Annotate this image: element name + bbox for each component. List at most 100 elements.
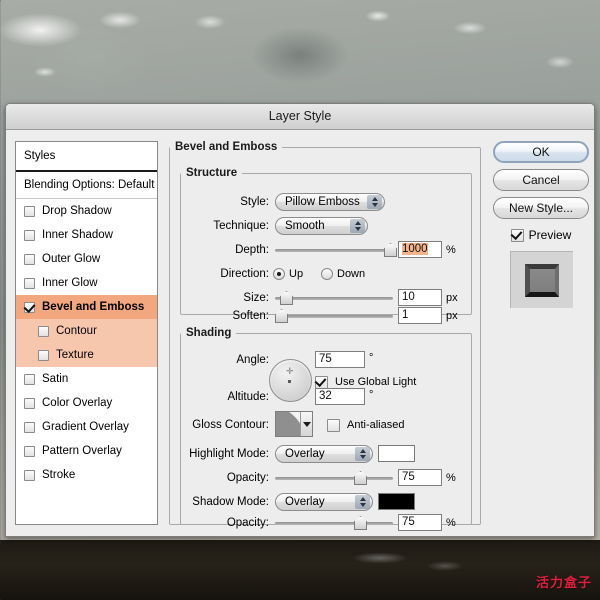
highlight-opacity-unit: % <box>446 472 456 484</box>
soften-slider[interactable] <box>275 309 393 323</box>
highlight-color-swatch[interactable] <box>378 445 415 462</box>
sidebar-item-label: Stroke <box>42 469 76 481</box>
direction-radio-up[interactable]: Up <box>273 265 303 283</box>
angle-input[interactable]: 75 <box>315 351 365 368</box>
sidebar-item-texture[interactable]: Texture <box>16 343 157 367</box>
dialog-title: Layer Style <box>268 109 332 123</box>
depth-input[interactable]: 1000 <box>398 241 442 258</box>
sidebar-item-gradient-overlay[interactable]: Gradient Overlay <box>16 415 157 439</box>
direction-up-label: Up <box>289 268 304 280</box>
altitude-input[interactable]: 32 <box>315 388 365 405</box>
sidebar-item-blending-options[interactable]: Blending Options: Default <box>16 172 157 199</box>
gradient-overlay-checkbox[interactable] <box>24 421 35 433</box>
use-global-light-checkbox[interactable] <box>315 375 328 389</box>
drop-shadow-checkbox[interactable] <box>24 205 35 217</box>
gloss-contour-picker[interactable] <box>275 411 313 437</box>
inner-shadow-checkbox[interactable] <box>24 229 35 241</box>
radio-down-icon[interactable] <box>321 268 333 280</box>
soften-slider-track <box>275 315 393 318</box>
preview-option[interactable]: Preview <box>493 225 589 245</box>
sidebar-item-outer-glow[interactable]: Outer Glow <box>16 247 157 271</box>
size-slider[interactable] <box>275 291 393 305</box>
angle-label: Angle: <box>236 354 269 366</box>
direction-radio-down[interactable]: Down <box>321 265 365 283</box>
chevron-updown-icon[interactable] <box>367 195 382 209</box>
inner-glow-checkbox[interactable] <box>24 277 35 289</box>
color-overlay-checkbox[interactable] <box>24 397 35 409</box>
pattern-overlay-checkbox[interactable] <box>24 445 35 457</box>
preview-label: Preview <box>528 228 572 242</box>
watermark-text: 活力盒子 <box>535 575 592 590</box>
depth-unit: % <box>446 244 456 256</box>
technique-select[interactable]: Smooth <box>275 217 368 235</box>
technique-select-value: Smooth <box>285 220 325 232</box>
shadow-opacity-label: Opacity: <box>226 517 269 529</box>
new-style-button[interactable]: New Style... <box>493 197 589 219</box>
gloss-contour-label: Gloss Contour: <box>192 419 269 431</box>
chevron-down-icon[interactable] <box>300 412 312 436</box>
sidebar-item-label: Bevel and Emboss <box>42 301 145 313</box>
highlight-opacity-slider-knob[interactable] <box>354 471 367 485</box>
radio-up-icon[interactable] <box>273 268 285 280</box>
styles-list[interactable]: Styles Blending Options: Default Drop Sh… <box>15 141 158 525</box>
sidebar-item-inner-shadow[interactable]: Inner Shadow <box>16 223 157 247</box>
anti-aliased-checkbox[interactable] <box>327 418 340 432</box>
soften-slider-knob[interactable] <box>275 309 288 323</box>
size-unit: px <box>446 292 458 304</box>
chevron-updown-icon[interactable] <box>355 447 370 461</box>
soften-input[interactable]: 1 <box>398 307 442 324</box>
soften-label: Soften: <box>232 310 269 322</box>
bevel-and-emboss-checkbox[interactable] <box>24 301 35 313</box>
technique-label: Technique: <box>213 220 269 232</box>
sidebar-item-label: Inner Shadow <box>42 229 113 241</box>
bevel-and-emboss-group-label: Bevel and Emboss <box>175 141 278 153</box>
shadow-opacity-unit: % <box>446 517 456 529</box>
dialog-titlebar[interactable]: Layer Style <box>6 104 594 130</box>
anti-aliased-option[interactable]: Anti-aliased <box>327 416 404 434</box>
ok-button[interactable]: OK <box>493 141 589 163</box>
chevron-updown-icon[interactable] <box>355 495 370 509</box>
shadow-opacity-input[interactable]: 75 <box>398 514 442 531</box>
contour-checkbox[interactable] <box>38 325 49 337</box>
shadow-opacity-slider-knob[interactable] <box>354 516 367 530</box>
sidebar-item-label: Texture <box>56 349 94 361</box>
stroke-checkbox[interactable] <box>24 469 35 481</box>
outer-glow-checkbox[interactable] <box>24 253 35 265</box>
direction-label: Direction: <box>220 268 269 280</box>
bevel-and-emboss-group: Bevel and Emboss Structure Style: Pillow… <box>169 141 481 531</box>
size-input[interactable]: 10 <box>398 289 442 306</box>
structure-group-label: Structure <box>186 167 238 179</box>
shadow-opacity-slider[interactable] <box>275 516 393 530</box>
sidebar-item-satin[interactable]: Satin <box>16 367 157 391</box>
shading-group: Shading Angle: 75 ° ✛ Use Global Light A… <box>180 327 472 531</box>
satin-checkbox[interactable] <box>24 373 35 385</box>
sidebar-item-pattern-overlay[interactable]: Pattern Overlay <box>16 439 157 463</box>
shadow-mode-label: Shadow Mode: <box>192 496 269 508</box>
chevron-updown-icon[interactable] <box>350 219 365 233</box>
highlight-opacity-slider[interactable] <box>275 471 393 485</box>
texture-checkbox[interactable] <box>38 349 49 361</box>
altitude-unit: ° <box>369 389 374 401</box>
cancel-button[interactable]: Cancel <box>493 169 589 191</box>
size-slider-knob[interactable] <box>280 291 293 305</box>
shadow-color-swatch[interactable] <box>378 493 415 510</box>
style-label: Style: <box>240 196 269 208</box>
style-select[interactable]: Pillow Emboss <box>275 193 385 211</box>
preview-checkbox[interactable] <box>510 228 524 242</box>
shadow-mode-select[interactable]: Overlay <box>275 493 373 511</box>
direction-down-label: Down <box>337 268 366 280</box>
sidebar-item-color-overlay[interactable]: Color Overlay <box>16 391 157 415</box>
angle-dial[interactable]: ✛ <box>269 359 312 402</box>
depth-slider-knob[interactable] <box>384 243 397 257</box>
sidebar-item-inner-glow[interactable]: Inner Glow <box>16 271 157 295</box>
use-global-light-label: Use Global Light <box>335 376 417 388</box>
depth-slider[interactable] <box>275 243 397 257</box>
sidebar-item-drop-shadow[interactable]: Drop Shadow <box>16 199 157 223</box>
sidebar-item-contour[interactable]: Contour <box>16 319 157 343</box>
shadow-opacity-slider-track <box>275 522 393 525</box>
styles-list-header[interactable]: Styles <box>16 142 157 172</box>
sidebar-item-bevel-and-emboss[interactable]: Bevel and Emboss <box>16 295 157 319</box>
highlight-mode-select[interactable]: Overlay <box>275 445 373 463</box>
sidebar-item-stroke[interactable]: Stroke <box>16 463 157 487</box>
highlight-opacity-input[interactable]: 75 <box>398 469 442 486</box>
